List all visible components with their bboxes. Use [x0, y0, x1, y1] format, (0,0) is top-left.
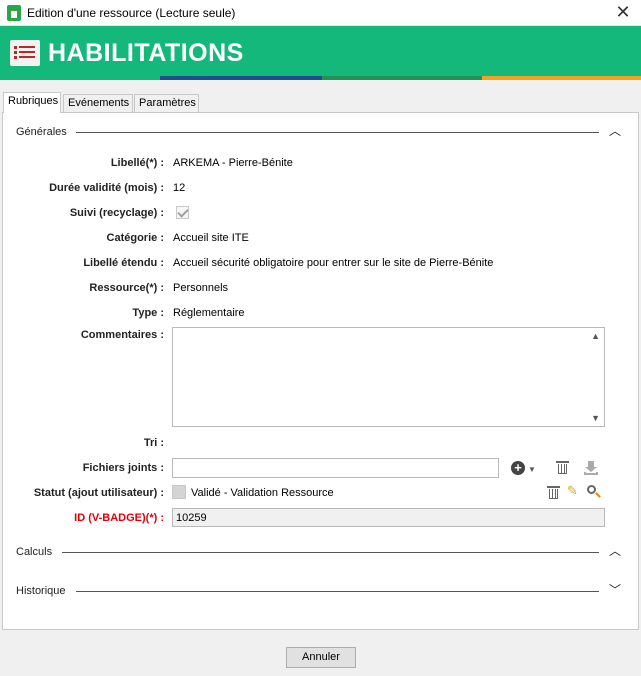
- pencil-icon[interactable]: ✎: [567, 483, 578, 499]
- id-badge-label: ID (V-BADGE)(*) :: [74, 512, 164, 524]
- magnifier-icon[interactable]: [587, 485, 601, 498]
- section-divider: [76, 132, 599, 133]
- statut-value: Validé - Validation Ressource: [191, 487, 334, 499]
- type-label: Type :: [132, 307, 164, 319]
- close-button[interactable]: ✕: [613, 2, 633, 22]
- tab-parametres[interactable]: Paramètres: [134, 94, 199, 112]
- commentaires-label: Commentaires :: [80, 329, 164, 341]
- section-divider: [62, 552, 599, 553]
- header-banner: HABILITATIONS: [0, 26, 641, 79]
- banner-stripe: [482, 76, 641, 80]
- chevron-up-icon[interactable]: ︿: [609, 545, 621, 557]
- banner-stripe: [322, 76, 482, 80]
- categorie-label: Catégorie :: [106, 232, 164, 244]
- banner-stripe: [160, 76, 322, 80]
- list-icon: [10, 40, 40, 66]
- section-historique-header[interactable]: Historique: [16, 585, 66, 597]
- chevron-down-icon[interactable]: ﹀: [609, 584, 621, 596]
- commentaires-textarea[interactable]: ▲ ▼: [172, 327, 605, 427]
- suivi-checkbox[interactable]: [176, 206, 189, 219]
- tab-rubriques[interactable]: Rubriques: [3, 92, 61, 113]
- download-icon[interactable]: [584, 461, 598, 475]
- section-generales-header[interactable]: Générales: [16, 126, 67, 138]
- libelle-label: Libellé(*) :: [110, 157, 164, 169]
- tab-evenements[interactable]: Evénements: [63, 94, 133, 112]
- ressource-value: Personnels: [173, 282, 229, 294]
- id-badge-input[interactable]: 10259: [172, 508, 605, 527]
- add-circle-icon[interactable]: +: [511, 461, 525, 475]
- chevron-down-icon[interactable]: ▼: [528, 465, 536, 474]
- scroll-down-icon[interactable]: ▼: [591, 413, 600, 423]
- module-title: HABILITATIONS: [48, 39, 244, 67]
- fichiers-input[interactable]: [172, 458, 499, 478]
- fichiers-label: Fichiers joints :: [82, 462, 164, 474]
- statut-label: Statut (ajout utilisateur) :: [33, 487, 164, 499]
- ressource-label: Ressource(*) :: [89, 282, 164, 294]
- tri-label: Tri :: [143, 437, 164, 449]
- chevron-up-icon[interactable]: ︿: [609, 125, 621, 137]
- section-divider: [76, 591, 599, 592]
- cancel-button[interactable]: Annuler: [286, 647, 356, 668]
- libelle-etendu-value: Accueil sécurité obligatoire pour entrer…: [173, 257, 494, 269]
- libelle-value: ARKEMA - Pierre-Bénite: [173, 157, 293, 169]
- scroll-up-icon[interactable]: ▲: [591, 331, 600, 341]
- trash-icon[interactable]: [556, 461, 569, 474]
- libelle-etendu-label: Libellé étendu :: [83, 257, 164, 269]
- duree-label: Durée validité (mois) :: [49, 182, 164, 194]
- section-calculs-header[interactable]: Calculs: [16, 546, 52, 558]
- window-title: Edition d'une ressource (Lecture seule): [27, 6, 236, 20]
- suivi-label: Suivi (recyclage) :: [69, 207, 164, 219]
- banner-stripe: [0, 76, 160, 80]
- duree-value: 12: [173, 182, 186, 194]
- type-value: Réglementaire: [173, 307, 245, 319]
- app-icon: [7, 5, 21, 21]
- categorie-value: Accueil site ITE: [173, 232, 249, 244]
- trash-icon[interactable]: [547, 486, 560, 499]
- title-bar: Edition d'une ressource (Lecture seule) …: [0, 0, 641, 26]
- status-color-swatch: [172, 485, 186, 499]
